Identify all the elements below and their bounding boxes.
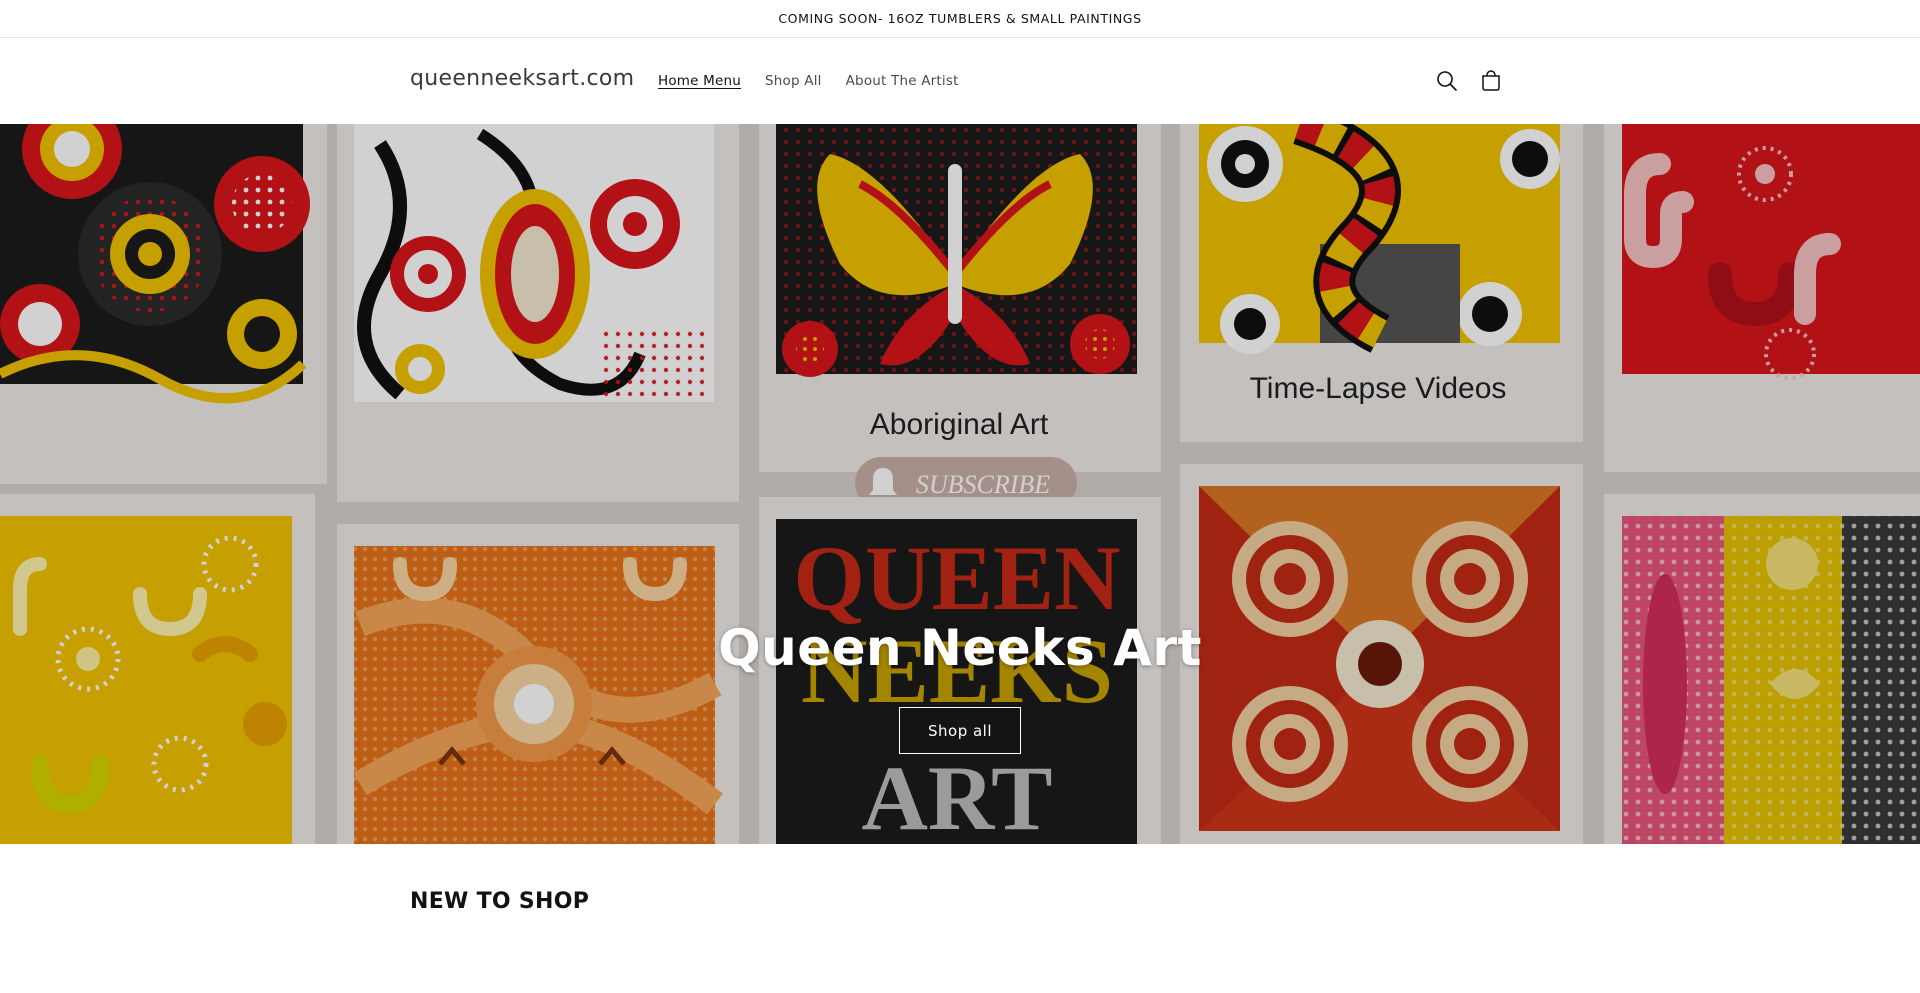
search-icon[interactable] (1434, 68, 1460, 94)
site-logo[interactable]: queenneeksart.com (410, 66, 634, 91)
new-to-shop-heading: NEW TO SHOP (410, 889, 590, 914)
nav-item-shop-all[interactable]: Shop All (765, 73, 822, 89)
main-nav: Home Menu Shop All About The Artist (658, 73, 959, 89)
nav-item-home-menu[interactable]: Home Menu (658, 73, 741, 89)
hero-banner: Aboriginal Art SUBSCRIBE Time-Lapse Vide… (0, 124, 1920, 844)
hero-title: Queen Neeks Art (718, 619, 1202, 677)
nav-item-about-the-artist[interactable]: About The Artist (846, 73, 959, 89)
announcement-bar: COMING SOON- 16OZ TUMBLERS & SMALL PAINT… (0, 0, 1920, 38)
announcement-text: COMING SOON- 16OZ TUMBLERS & SMALL PAINT… (778, 11, 1142, 26)
cart-icon[interactable] (1478, 68, 1504, 94)
site-header: queenneeksart.com Home Menu Shop All Abo… (0, 38, 1920, 124)
shop-all-button[interactable]: Shop all (899, 707, 1021, 754)
